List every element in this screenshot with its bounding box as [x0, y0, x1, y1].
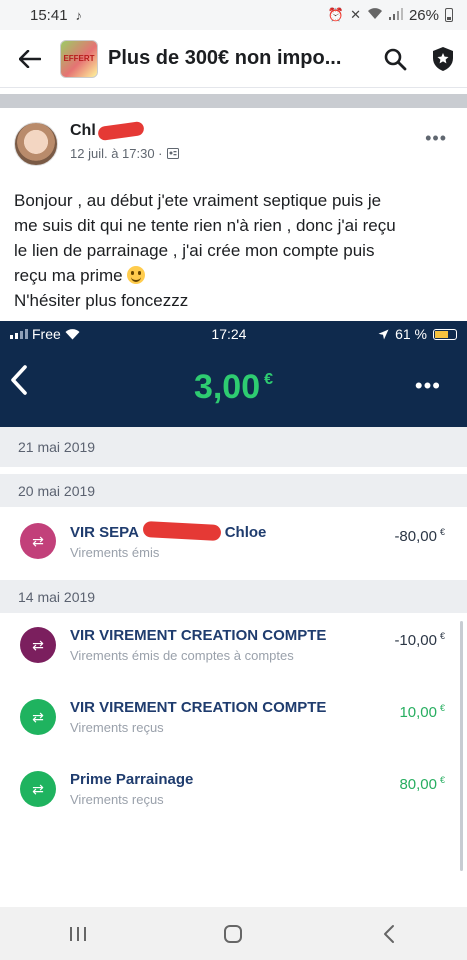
transfer-arrows-icon: ⇄: [20, 699, 56, 735]
battery-icon: [445, 8, 453, 22]
post-more-options-icon[interactable]: •••: [425, 128, 447, 149]
transaction-label: VIR VIREMENT CREATION COMPTE: [70, 627, 327, 644]
ios-battery-percent: 61 %: [395, 326, 427, 342]
date-header: 21 mai 2019: [0, 427, 467, 467]
battery-percent: 26%: [408, 6, 439, 24]
system-back-button[interactable]: [359, 914, 419, 954]
transaction-category: Virements reçus: [70, 792, 164, 807]
post: Chl 12 juil. à 17:30 · ••• Bonjour , au …: [0, 108, 467, 907]
shield-icon: [433, 46, 453, 71]
status-time: 15:41: [30, 6, 68, 24]
redaction-mark: [142, 520, 221, 542]
transaction-category: Virements émis de comptes à comptes: [70, 648, 294, 663]
amount-value: -80,00: [394, 528, 437, 545]
balance-currency: €: [264, 370, 274, 388]
wifi-icon: [65, 328, 80, 339]
ios-status-bar: Free 17:24 61 %: [0, 321, 467, 347]
post-text-line-with-emoji: reçu ma prime: [14, 263, 455, 288]
post-text-line: me suis dit qui ne tente rien n'à rien ,…: [14, 216, 396, 235]
recent-apps-button[interactable]: [48, 914, 108, 954]
search-button[interactable]: [371, 30, 419, 88]
post-text-line: le lien de parrainage , j'ai crée mon co…: [14, 241, 375, 260]
back-arrow-icon: [19, 49, 41, 68]
transaction-row[interactable]: ⇄ VIR VIREMENT CREATION COMPTE Virements…: [0, 685, 467, 757]
smile-emoji-icon: [127, 266, 146, 284]
balance-value: 3,00: [193, 367, 261, 406]
amount-currency: €: [439, 775, 445, 785]
home-icon: [224, 924, 243, 943]
date-header: 14 mai 2019: [0, 580, 467, 613]
tiktok-notification-icon: ♪: [75, 7, 83, 23]
amount-currency: €: [439, 631, 445, 641]
transaction-row[interactable]: ⇄ VIR SEPA Chloe Virements émis -80,00 €: [0, 507, 467, 580]
location-arrow-icon: [378, 329, 389, 339]
carrier-name: Free: [32, 326, 61, 342]
transaction-label: VIR VIREMENT CREATION COMPTE: [70, 699, 327, 716]
transfer-arrows-icon: ⇄: [20, 523, 56, 559]
group-audience-icon: [166, 148, 179, 159]
admin-badge-button[interactable]: [419, 30, 467, 88]
transfer-arrows-icon: ⇄: [20, 627, 56, 663]
transaction-category: Virements émis: [70, 545, 160, 560]
amount-value: -10,00: [394, 632, 437, 649]
transaction-category: Virements reçus: [70, 720, 164, 735]
avatar[interactable]: [14, 122, 58, 166]
transaction-label: VIR SEPA Chloe: [70, 520, 267, 542]
redaction-mark: [97, 120, 145, 142]
transaction-row[interactable]: ⇄ VIR VIREMENT CREATION COMPTE Virements…: [0, 613, 467, 685]
mute-icon: ✕: [350, 7, 361, 22]
group-thumbnail[interactable]: EFFERT: [60, 39, 98, 78]
transaction-amount: -10,00 €: [394, 631, 445, 649]
amount-currency: €: [439, 703, 445, 713]
transaction-label: Prime Parrainage: [70, 771, 194, 788]
scrollbar[interactable]: [460, 621, 463, 871]
transaction-amount: 10,00 €: [399, 703, 445, 721]
chevron-left-icon[interactable]: [10, 365, 28, 395]
signal-icon: [388, 7, 403, 23]
app-bar: EFFERT Plus de 300€ non impo...: [0, 30, 467, 88]
transaction-row[interactable]: ⇄ Prime Parrainage Virements reçus 80,00…: [0, 757, 467, 829]
post-timestamp[interactable]: 12 juil. à 17:30 ·: [70, 146, 179, 161]
alarm-icon: ⏰: [327, 7, 345, 22]
group-thumb-text: EFFERT: [63, 54, 95, 63]
post-body: Bonjour , au début j'ete vraiment septiq…: [14, 188, 455, 313]
navigation-bar: [0, 907, 467, 960]
more-options-icon[interactable]: •••: [415, 373, 441, 399]
transaction-amount: -80,00 €: [394, 527, 445, 545]
date-header: 20 mai 2019: [0, 474, 467, 507]
post-image-bank-screenshot[interactable]: Free 17:24 61 % 3,00 € ••• 21 mai 2019 20…: [0, 321, 467, 907]
account-balance: 3,00 €: [194, 368, 273, 407]
wifi-icon: [367, 7, 383, 23]
amount-value: 10,00: [399, 704, 437, 721]
transfer-arrows-icon: ⇄: [20, 771, 56, 807]
chevron-left-icon: [384, 924, 395, 943]
ios-battery-icon: [432, 328, 457, 340]
timestamp-text: 12 juil. à 17:30 ·: [70, 146, 163, 161]
transaction-amount: 80,00 €: [399, 775, 445, 793]
post-text-line: Bonjour , au début j'ete vraiment septiq…: [14, 191, 382, 210]
post-header: Chl 12 juil. à 17:30 · •••: [14, 120, 453, 172]
status-bar: 15:41 ♪ ⏰ ✕ 26%: [0, 0, 467, 30]
author-name: Chl: [70, 122, 96, 139]
post-author[interactable]: Chl: [70, 120, 179, 142]
ios-time: 17:24: [211, 326, 247, 342]
amount-currency: €: [439, 527, 445, 537]
home-button[interactable]: [203, 914, 263, 954]
transaction-label-end: Chloe: [224, 524, 267, 541]
post-text-line: reçu ma prime: [14, 266, 123, 285]
recent-apps-icon: [69, 926, 86, 941]
amount-value: 80,00: [399, 776, 437, 793]
group-title[interactable]: Plus de 300€ non impo...: [108, 47, 371, 70]
feed-separator: [0, 94, 467, 108]
cell-signal-icon: [10, 329, 28, 339]
post-text-line: N'hésiter plus foncezzz: [14, 291, 189, 310]
search-icon: [384, 48, 407, 70]
balance-header: 3,00 € •••: [0, 347, 467, 427]
back-button[interactable]: [0, 30, 60, 88]
transaction-label-start: VIR SEPA: [70, 524, 139, 541]
